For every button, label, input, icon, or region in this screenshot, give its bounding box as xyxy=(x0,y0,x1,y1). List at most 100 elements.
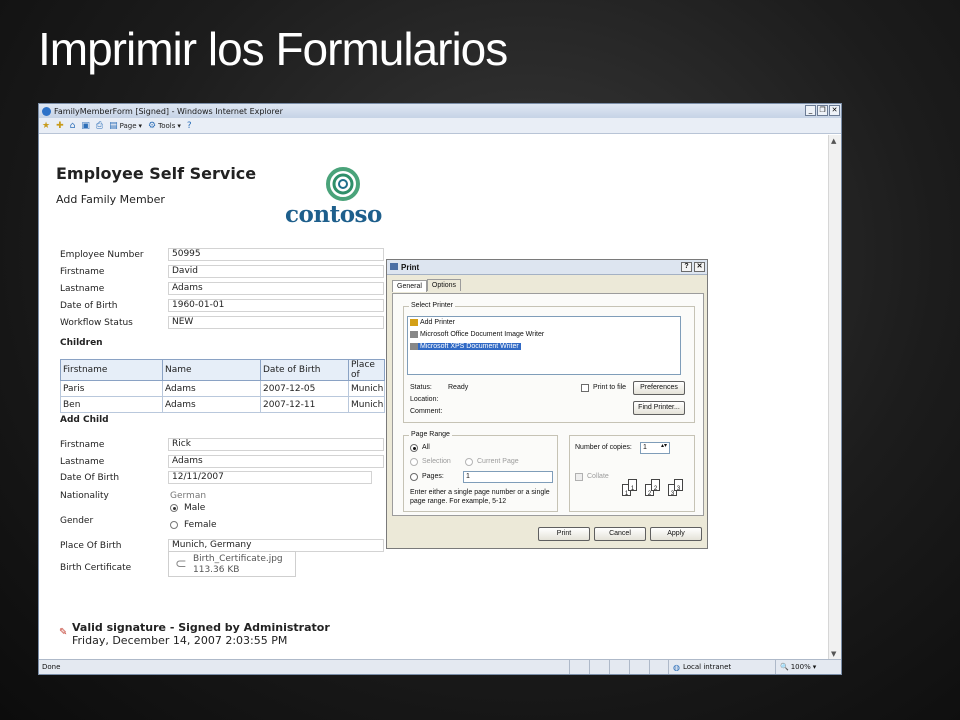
print-to-file-checkbox[interactable] xyxy=(581,384,589,392)
intranet-globe-icon: ◍ xyxy=(673,662,680,672)
scroll-up-icon[interactable]: ▲ xyxy=(831,137,836,145)
help-button[interactable]: ? xyxy=(681,262,692,272)
print-dialog-titlebar: Print ? ✕ xyxy=(387,260,707,275)
preferences-button[interactable]: Preferences xyxy=(633,381,685,395)
tab-options[interactable]: Options xyxy=(426,279,462,291)
ie-icon xyxy=(42,106,51,116)
child-lastname-input[interactable]: Adams xyxy=(168,455,384,468)
dialog-close-button[interactable]: ✕ xyxy=(694,262,705,272)
printer-list[interactable]: Add Printer Microsoft Office Document Im… xyxy=(407,316,681,375)
apply-button[interactable]: Apply xyxy=(650,527,702,541)
page-icon: ▤ xyxy=(109,120,118,131)
printer-item-xps[interactable]: Microsoft XPS Document Writer xyxy=(410,343,521,350)
lastname-field[interactable]: Adams xyxy=(168,282,384,295)
status-text: Done xyxy=(42,663,61,671)
scroll-down-icon[interactable]: ▼ xyxy=(831,650,836,658)
workflow-status-field[interactable]: NEW xyxy=(168,316,384,329)
restore-button[interactable]: ❐ xyxy=(817,105,828,116)
printer-icon xyxy=(410,343,418,350)
home-icon[interactable]: ⌂ xyxy=(70,121,76,131)
printer-item-image-writer[interactable]: Microsoft Office Document Image Writer xyxy=(410,331,546,338)
collate-label: Collate xyxy=(587,473,609,480)
print-dialog: Print ? ✕ General Options Select Printer… xyxy=(386,259,708,549)
status-label: Status: xyxy=(410,384,432,391)
print-icon[interactable]: ⎙ xyxy=(96,121,103,131)
range-current-page-radio[interactable] xyxy=(465,458,473,466)
column-header[interactable]: Name xyxy=(162,359,261,381)
status-bar: Done ◍ Local intranet 🔍 100% ▾ xyxy=(39,659,841,674)
minimize-button[interactable]: _ xyxy=(805,105,816,116)
signature-date: Friday, December 14, 2007 2:03:55 PM xyxy=(72,634,288,647)
gender-male-option[interactable]: Male xyxy=(170,503,205,513)
firstname-label: Firstname xyxy=(60,267,105,277)
add-favorites-icon[interactable]: ✚ xyxy=(56,121,64,131)
find-printer-button[interactable]: Find Printer... xyxy=(633,401,685,415)
copies-spinner-icon[interactable]: ▴▾ xyxy=(661,442,667,449)
window-title: FamilyMemberForm [Signed] - Windows Inte… xyxy=(54,106,283,116)
table-cell: 2007-12-11 xyxy=(260,396,349,413)
employee-number-label: Employee Number xyxy=(60,250,144,260)
signature-status: Valid signature - Signed by Administrato… xyxy=(58,621,330,647)
column-header[interactable]: Place of xyxy=(348,359,385,381)
range-all-radio[interactable] xyxy=(410,444,418,452)
app-title: Employee Self Service xyxy=(56,164,257,183)
pages-input[interactable]: 1 xyxy=(463,471,553,483)
vertical-scrollbar[interactable]: ▲ ▼ xyxy=(828,135,841,660)
security-zone[interactable]: ◍ Local intranet xyxy=(669,663,775,672)
print-to-file-label: Print to file xyxy=(593,384,627,391)
column-header[interactable]: Firstname xyxy=(60,359,163,381)
birth-certificate-attachment[interactable]: ⊂ Birth_Certificate.jpg 113.36 KB xyxy=(168,551,296,577)
collate-page-icon: 2 xyxy=(651,479,660,492)
child-dob-label: Date Of Birth xyxy=(60,473,120,483)
table-row[interactable]: Paris Adams 2007-12-05 Munich xyxy=(60,380,385,397)
command-bar: ★ ✚ ⌂ ▣ ⎙ ▤ Page ▾ ⚙ Tools ▾ ? xyxy=(39,118,841,134)
zoom-control[interactable]: 🔍 100% ▾ xyxy=(775,660,835,674)
birth-certificate-label: Birth Certificate xyxy=(60,563,132,573)
table-cell: Ben xyxy=(60,396,163,413)
contoso-logo: contoso xyxy=(285,167,405,228)
radio-unselected-icon[interactable] xyxy=(170,521,178,529)
general-panel: Select Printer Add Printer Microsoft Off… xyxy=(392,293,704,516)
nationality-label: Nationality xyxy=(60,491,109,501)
copies-label: Number of copies: xyxy=(575,444,632,451)
tab-general[interactable]: General xyxy=(392,280,427,292)
nationality-value: German xyxy=(170,491,207,501)
column-header[interactable]: Date of Birth xyxy=(260,359,349,381)
favorites-star-icon[interactable]: ★ xyxy=(42,121,50,131)
tools-menu[interactable]: ⚙ Tools ▾ xyxy=(148,121,181,131)
table-row[interactable]: Ben Adams 2007-12-11 Munich xyxy=(60,396,385,413)
child-dob-input[interactable]: 12/11/2007 xyxy=(168,471,372,484)
page-menu[interactable]: ▤ Page ▾ xyxy=(109,121,142,131)
child-firstname-label: Firstname xyxy=(60,440,105,450)
gender-label: Gender xyxy=(60,516,94,526)
print-button[interactable]: Print xyxy=(538,527,590,541)
table-cell: 2007-12-05 xyxy=(260,380,349,397)
printer-item-add[interactable]: Add Printer xyxy=(410,319,457,326)
help-icon[interactable]: ? xyxy=(187,121,192,131)
cancel-button[interactable]: Cancel xyxy=(594,527,646,541)
collate-page-icon: 3 xyxy=(674,479,683,492)
collate-checkbox[interactable] xyxy=(575,473,583,481)
child-firstname-input[interactable]: Rick xyxy=(168,438,384,451)
feeds-icon[interactable]: ▣ xyxy=(81,121,90,131)
dob-label: Date of Birth xyxy=(60,301,118,311)
page-subtitle: Add Family Member xyxy=(56,193,165,206)
firstname-field[interactable]: David xyxy=(168,265,384,278)
range-current-page-label: Current Page xyxy=(477,458,519,465)
attachment-size: 113.36 KB xyxy=(193,565,240,575)
child-lastname-label: Lastname xyxy=(60,457,105,467)
signature-line: Valid signature - Signed by Administrato… xyxy=(72,621,330,634)
gender-female-option[interactable]: Female xyxy=(170,520,217,530)
range-pages-radio[interactable] xyxy=(410,473,418,481)
table-cell: Munich xyxy=(348,380,385,397)
close-button[interactable]: ✕ xyxy=(829,105,840,116)
employee-number-field[interactable]: 50995 xyxy=(168,248,384,261)
radio-selected-icon[interactable] xyxy=(170,504,178,512)
range-selection-radio[interactable] xyxy=(410,458,418,466)
paperclip-icon: ⊂ xyxy=(175,556,187,572)
lastname-label: Lastname xyxy=(60,284,105,294)
attachment-filename: Birth_Certificate.jpg xyxy=(193,554,283,564)
dob-field[interactable]: 1960-01-01 xyxy=(168,299,384,312)
place-of-birth-label: Place Of Birth xyxy=(60,541,122,551)
printer-icon xyxy=(410,331,418,338)
